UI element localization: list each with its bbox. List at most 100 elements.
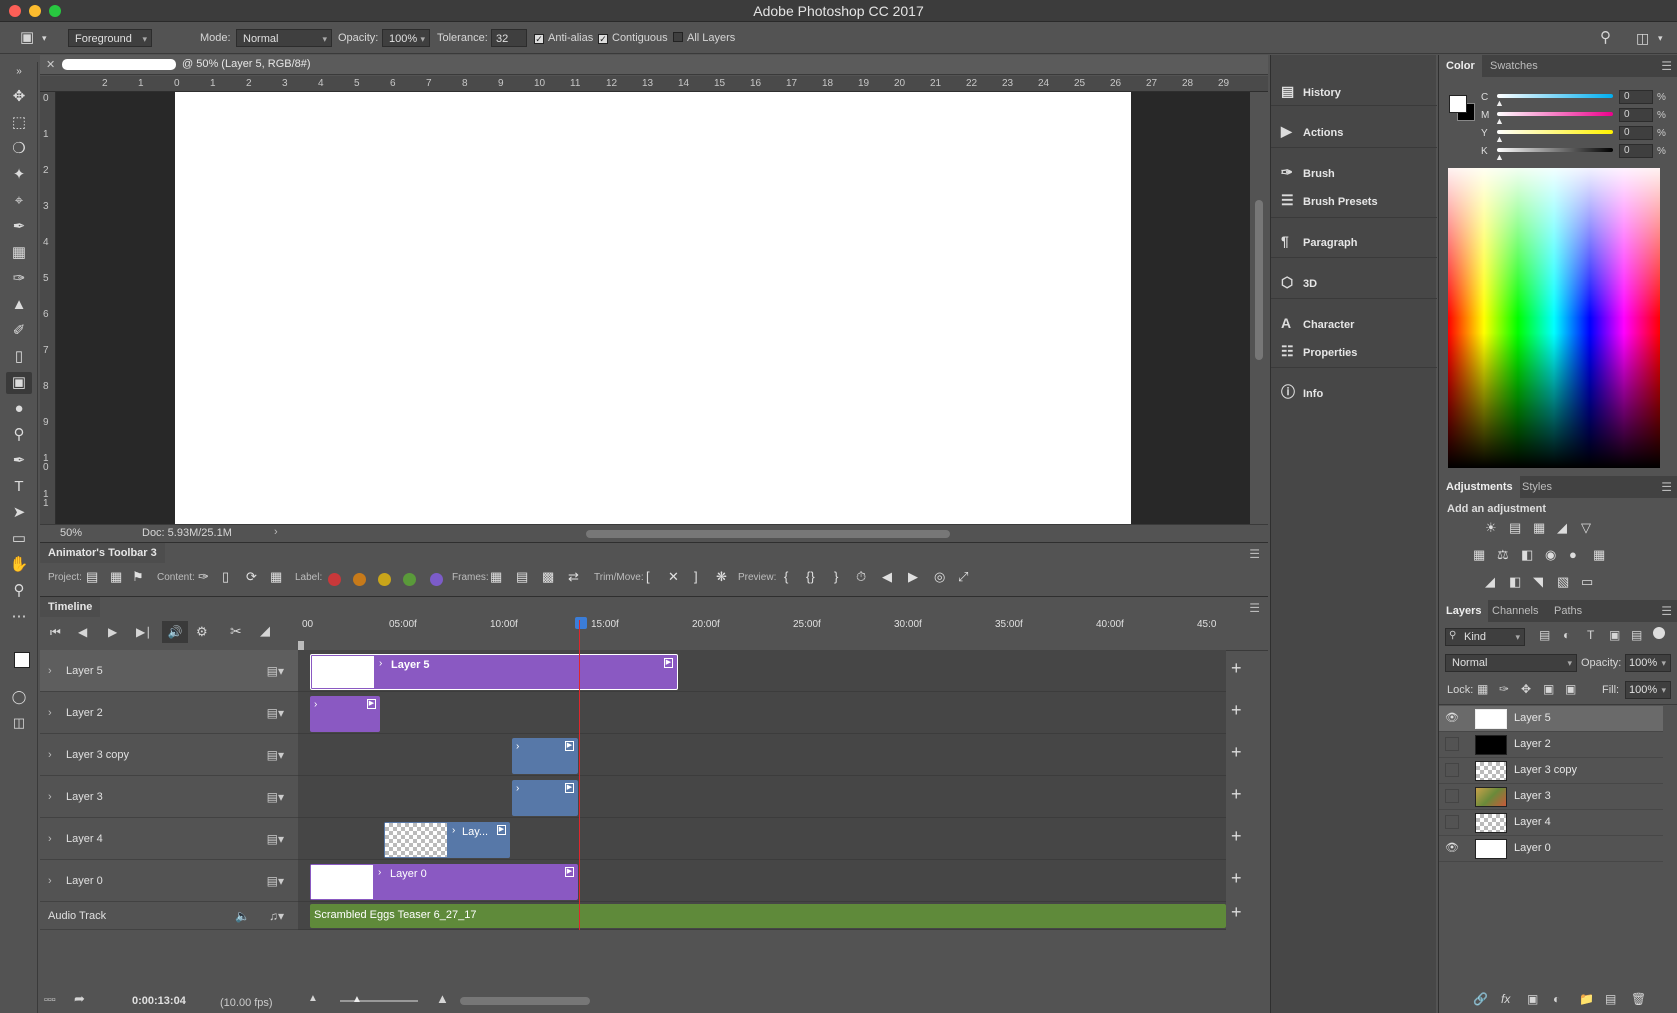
- trim-cut-icon[interactable]: ✕: [668, 569, 679, 585]
- levels-icon[interactable]: ▤: [1509, 520, 1521, 536]
- frame-swap-icon[interactable]: ⇄: [568, 569, 579, 585]
- exposure-icon[interactable]: ◢: [1557, 520, 1567, 536]
- new-adjustment-icon[interactable]: ◐: [1553, 992, 1560, 1006]
- filter-pixel-icon[interactable]: ▤: [1539, 628, 1550, 642]
- mute-audio-icon[interactable]: 🔊: [162, 621, 188, 643]
- time-ruler[interactable]: 00 05:00f 10:00f 15:00f 20:00f 25:00f 30:00f 35…: [298, 617, 1268, 653]
- mode-select[interactable]: Normal: [236, 29, 332, 48]
- crop-tool-icon[interactable]: ⌖: [6, 190, 32, 212]
- clip-layer-4[interactable]: › Lay... ▶: [384, 822, 510, 858]
- track-layer-3[interactable]: › Layer 3 ▤▾: [40, 776, 298, 818]
- clip-menu-icon[interactable]: ▶: [664, 658, 673, 668]
- fill-source-select[interactable]: Foreground: [68, 29, 152, 48]
- character-panel-button[interactable]: A Character: [1281, 311, 1354, 335]
- cyan-value-input[interactable]: 0: [1619, 90, 1653, 104]
- magic-wand-tool-icon[interactable]: ✦: [6, 164, 32, 186]
- step-back-icon[interactable]: ◀: [78, 625, 87, 639]
- layer-filter-select[interactable]: Kind: [1445, 628, 1525, 646]
- label-purple-button[interactable]: [430, 573, 443, 586]
- split-at-playhead-icon[interactable]: ✂: [230, 623, 242, 640]
- expand-track-icon[interactable]: ›: [48, 734, 52, 776]
- trim-end-icon[interactable]: ]: [694, 569, 698, 584]
- black-value-input[interactable]: 0: [1619, 144, 1653, 158]
- blur-tool-icon[interactable]: ●: [6, 398, 32, 420]
- filter-smart-object-icon[interactable]: ▤: [1631, 628, 1642, 642]
- zoom-out-timeline-icon[interactable]: ▲: [308, 993, 318, 1004]
- add-audio-button[interactable]: +: [1231, 902, 1242, 923]
- play-icon[interactable]: ▶: [108, 625, 117, 639]
- audio-clip[interactable]: Scrambled Eggs Teaser 6_27_17: [310, 904, 1226, 928]
- stamp-tool-icon[interactable]: ▲: [6, 294, 32, 316]
- yellow-slider-thumb[interactable]: ▲: [1495, 134, 1504, 144]
- eraser-tool-icon[interactable]: ▯: [6, 346, 32, 368]
- layers-panel-menu-icon[interactable]: ☰: [1661, 604, 1672, 618]
- actions-panel-button[interactable]: ▶ Actions: [1281, 119, 1343, 143]
- tab-styles[interactable]: Styles: [1515, 476, 1559, 498]
- new-layer-icon[interactable]: ▤: [1605, 992, 1616, 1006]
- move-tool-icon[interactable]: ✥: [6, 86, 32, 108]
- track-layer-3-copy[interactable]: › Layer 3 copy ▤▾: [40, 734, 298, 776]
- content-refresh-icon[interactable]: ⟳: [246, 569, 257, 585]
- color-balance-icon[interactable]: ⚖: [1497, 547, 1509, 563]
- all-layers-checkbox[interactable]: All Layers: [673, 29, 735, 47]
- opacity-input[interactable]: 100%: [382, 29, 430, 48]
- content-brush-icon[interactable]: ✑: [198, 569, 209, 585]
- black-slider[interactable]: [1497, 148, 1613, 152]
- lock-transparent-icon[interactable]: ▦: [1477, 682, 1488, 696]
- fullscreen-icon[interactable]: ⤢: [958, 569, 968, 585]
- workspace-icon[interactable]: ◫: [1636, 29, 1649, 47]
- add-media-layer-3-button[interactable]: +: [1231, 784, 1242, 805]
- info-panel-button[interactable]: ⓘ Info: [1281, 380, 1323, 404]
- timeline-hscroll-thumb[interactable]: [460, 997, 590, 1005]
- clip-expand-icon[interactable]: ›: [452, 825, 455, 836]
- hue-saturation-icon[interactable]: ▦: [1473, 547, 1485, 563]
- tab-swatches[interactable]: Swatches: [1483, 55, 1545, 77]
- step-forward-icon[interactable]: ▶∣: [136, 625, 151, 639]
- expand-track-icon[interactable]: ›: [48, 650, 52, 692]
- trash-icon[interactable]: 🗑: [1631, 992, 1646, 1006]
- film-icon[interactable]: ▤▾: [267, 692, 284, 734]
- clip-layer-3-copy[interactable]: › ▶: [512, 738, 578, 774]
- layer-item-layer-5[interactable]: 👁 Layer 5: [1439, 706, 1663, 732]
- layer-item-layer-4[interactable]: Layer 4: [1439, 810, 1663, 836]
- film-icon[interactable]: ▤▾: [267, 818, 284, 860]
- path-selection-tool-icon[interactable]: ➤: [6, 502, 32, 524]
- eyedropper-tool-icon[interactable]: ✒: [6, 216, 32, 238]
- search-icon[interactable]: ⚲: [1600, 29, 1611, 47]
- timeline-panel-menu-icon[interactable]: ☰: [1249, 601, 1260, 615]
- link-layers-icon[interactable]: 🔗: [1473, 992, 1488, 1006]
- track-layer-2[interactable]: › Layer 2 ▤▾: [40, 692, 298, 734]
- workspace-dropdown[interactable]: ▾: [1658, 29, 1663, 47]
- clip-layer-3[interactable]: › ▶: [512, 780, 578, 816]
- cyan-slider[interactable]: [1497, 94, 1613, 98]
- add-media-layer-3-copy-button[interactable]: +: [1231, 742, 1242, 763]
- brightness-icon[interactable]: ☀: [1485, 520, 1497, 536]
- foreground-color-swatch[interactable]: [14, 652, 30, 668]
- tab-layers[interactable]: Layers: [1439, 600, 1489, 622]
- cyan-slider-thumb[interactable]: ▲: [1495, 98, 1504, 108]
- music-note-icon[interactable]: ♫▾: [269, 902, 284, 930]
- current-time[interactable]: 0:00:13:04: [132, 995, 186, 1007]
- magenta-slider-thumb[interactable]: ▲: [1495, 116, 1504, 126]
- fill-input[interactable]: 100%: [1625, 681, 1671, 699]
- film-icon[interactable]: ▤▾: [267, 650, 284, 692]
- adjustments-panel-menu-icon[interactable]: ☰: [1661, 480, 1672, 494]
- clip-layer-2[interactable]: › ▶: [310, 696, 380, 732]
- content-frame-icon[interactable]: ▦: [270, 569, 282, 585]
- film-icon[interactable]: ▤▾: [267, 776, 284, 818]
- clip-menu-icon[interactable]: ▶: [565, 741, 574, 751]
- add-media-layer-2-button[interactable]: +: [1231, 700, 1242, 721]
- playback-settings-icon[interactable]: ⚙: [196, 624, 208, 640]
- filter-type-icon[interactable]: T: [1587, 628, 1594, 642]
- type-tool-icon[interactable]: T: [6, 476, 32, 498]
- expand-track-icon[interactable]: ›: [48, 776, 52, 818]
- label-orange-button[interactable]: [353, 573, 366, 586]
- zoom-level[interactable]: 50%: [60, 527, 82, 539]
- canvas-hscroll-thumb[interactable]: [586, 530, 950, 538]
- quick-mask-icon[interactable]: ◯: [6, 686, 32, 708]
- add-frame-icon[interactable]: ▦: [490, 569, 502, 585]
- color-panel-menu-icon[interactable]: ☰: [1661, 59, 1672, 73]
- add-media-layer-5-button[interactable]: +: [1231, 658, 1242, 679]
- animator-panel-menu-icon[interactable]: ☰: [1249, 547, 1260, 561]
- layer-item-layer-0[interactable]: 👁 Layer 0: [1439, 836, 1663, 862]
